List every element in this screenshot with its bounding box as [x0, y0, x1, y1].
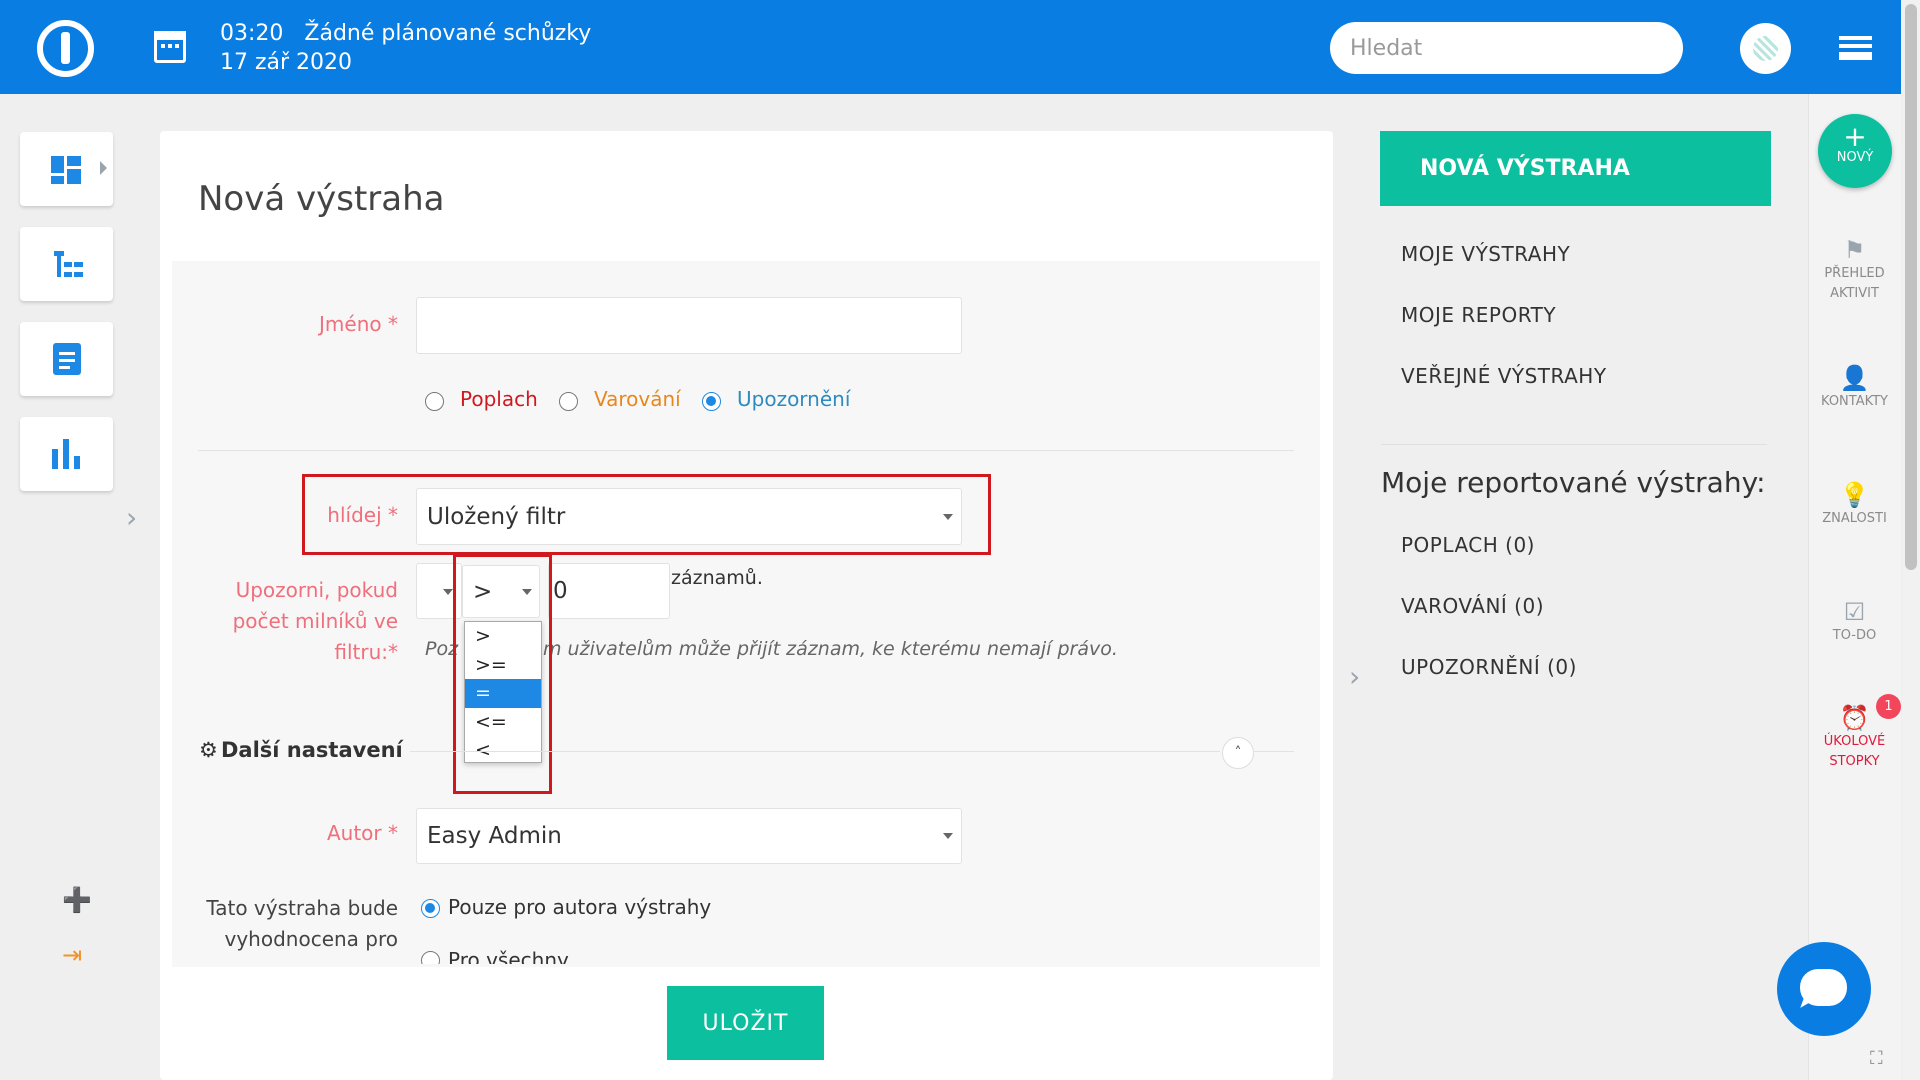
timer-label-line-1: ÚKOLOVÉ: [1823, 734, 1886, 749]
new-item-label: NOVÝ: [1836, 150, 1874, 165]
bar-chart-icon: [52, 439, 82, 469]
reported-alerts-title: Moje reportované výstrahy:: [1381, 466, 1766, 499]
collapse-chevron-up-icon[interactable]: ˄: [1222, 737, 1254, 769]
clipboard-icon: [53, 343, 81, 375]
my-reports-link[interactable]: MOJE REPORTY: [1401, 303, 1556, 327]
search-input[interactable]: [1330, 22, 1683, 74]
highlight-box: [302, 474, 991, 555]
caret-down-icon: [443, 589, 453, 595]
more-settings-heading[interactable]: Další nastavení: [221, 738, 403, 762]
app-logo-icon[interactable]: [37, 20, 94, 77]
sidebar-item-reports[interactable]: [20, 417, 113, 491]
top-bar: 03:20 Žádné plánované schůzky 17 zář 202…: [0, 0, 1901, 94]
condition-label-line-1: Upozorni, pokud: [235, 578, 398, 602]
condition-label-line-3: filtru:*: [334, 640, 398, 664]
permission-hint: m uživatelům může přijít záznam, ke kter…: [543, 638, 1118, 660]
scrollbar-thumb[interactable]: [1905, 4, 1917, 570]
divider: [1381, 444, 1767, 445]
current-time: 03:20: [220, 21, 284, 46]
public-alerts-link[interactable]: VEŘEJNÉ VÝSTRAHY: [1401, 364, 1607, 388]
activity-label-line-2: AKTIVIT: [1830, 286, 1879, 301]
divider: [410, 751, 1220, 752]
sidebar-item-structure[interactable]: [20, 227, 113, 301]
expand-panel-chevron-icon[interactable]: ›: [1349, 660, 1360, 693]
radio-all[interactable]: [421, 951, 440, 964]
todo-label: TO-DO: [1832, 628, 1877, 643]
condition-label: Upozorni, pokud počet milníků ve filtru:…: [220, 575, 398, 668]
hamburger-menu-icon[interactable]: [1839, 36, 1872, 60]
reported-notice-link[interactable]: UPOZORNĚNÍ (0): [1401, 655, 1577, 679]
sidebar-item-dashboard[interactable]: [20, 132, 113, 206]
add-user-icon[interactable]: ➕: [62, 886, 92, 914]
radio-warning[interactable]: [559, 392, 578, 411]
rail-item-activity[interactable]: ⚑ PŘEHLED AKTIVIT: [1808, 236, 1901, 304]
count-input[interactable]: 0: [548, 563, 670, 619]
rail-item-knowledge[interactable]: 💡 ZNALOSTI: [1808, 481, 1901, 529]
evaluated-label-line-2: vyhodnocena pro: [224, 927, 399, 951]
calendar-icon[interactable]: [154, 31, 186, 63]
author-only-label: Pouze pro autora výstrahy: [448, 895, 712, 919]
chevron-right-icon: [100, 161, 107, 175]
radio-author-only[interactable]: [421, 899, 440, 918]
condition-label-line-2: počet milníků ve: [232, 609, 398, 633]
rail-item-todo[interactable]: ☑ TO-DO: [1808, 598, 1901, 646]
expand-sidebar-chevron-icon[interactable]: ›: [126, 501, 137, 534]
meeting-status: Žádné plánované schůzky: [304, 21, 592, 46]
author-select[interactable]: Easy Admin: [416, 808, 962, 864]
evaluated-label-line-1: Tato výstraha bude: [206, 896, 398, 920]
clipboard-check-icon: ☑: [1843, 598, 1866, 626]
avatar[interactable]: [1740, 23, 1791, 74]
radio-alarm[interactable]: [425, 392, 444, 411]
highlight-box: [453, 554, 552, 794]
dashboard-icon: [51, 156, 81, 184]
alert-type-notice-label: Upozornění: [737, 387, 851, 411]
tree-icon: [54, 251, 84, 281]
radio-notice[interactable]: [702, 392, 721, 411]
page-title: Nová výstraha: [198, 179, 445, 219]
count-value: 0: [553, 578, 568, 604]
person-icon: 👤: [1839, 364, 1870, 392]
new-item-button[interactable]: + NOVÝ: [1818, 114, 1892, 188]
divider: [1254, 751, 1294, 752]
sidebar-item-tasks[interactable]: [20, 322, 113, 396]
count-suffix: záznamů.: [671, 567, 763, 589]
name-field[interactable]: [416, 297, 962, 354]
timer-count-badge: 1: [1876, 694, 1901, 719]
contacts-label: KONTAKTY: [1821, 394, 1888, 409]
rail-item-contacts[interactable]: 👤 KONTAKTY: [1808, 364, 1901, 412]
my-alerts-link[interactable]: MOJE VÝSTRAHY: [1401, 242, 1570, 266]
timer-label-line-2: STOPKY: [1829, 754, 1880, 769]
evaluated-all-option[interactable]: Pro všechny: [420, 948, 720, 964]
divider: [198, 450, 1294, 451]
lightbulb-icon: 💡: [1839, 481, 1870, 509]
name-label: Jméno *: [319, 312, 398, 336]
reported-alarm-link[interactable]: POPLACH (0): [1401, 533, 1535, 557]
meeting-info[interactable]: 03:20 Žádné plánované schůzky 17 zář 202…: [220, 19, 591, 77]
evaluated-for-label: Tato výstraha bude vyhodnocena pro: [200, 893, 398, 955]
knowledge-label: ZNALOSTI: [1822, 511, 1887, 526]
caret-down-icon: [943, 833, 953, 839]
plus-icon: +: [1843, 120, 1867, 153]
new-alert-button[interactable]: NOVÁ VÝSTRAHA: [1380, 131, 1771, 206]
gear-icon: ⚙: [199, 738, 218, 762]
alert-type-alarm-label: Poplach: [460, 387, 538, 411]
author-label: Autor *: [326, 821, 398, 845]
flag-icon: ⚑: [1843, 236, 1866, 264]
reported-warning-link[interactable]: VAROVÁNÍ (0): [1401, 594, 1544, 618]
sign-in-icon[interactable]: ⇥: [62, 941, 82, 969]
current-date: 17 zář 2020: [220, 50, 353, 75]
chat-bubble-icon[interactable]: [1777, 942, 1871, 1036]
fullscreen-icon[interactable]: ⛶: [1870, 1048, 1883, 1069]
save-button[interactable]: ULOŽIT: [667, 986, 824, 1060]
author-value: Easy Admin: [427, 823, 562, 849]
activity-label-line-1: PŘEHLED: [1824, 266, 1885, 281]
all-label: Pro všechny: [448, 948, 569, 964]
alert-type-warning-label: Varování: [594, 387, 681, 411]
